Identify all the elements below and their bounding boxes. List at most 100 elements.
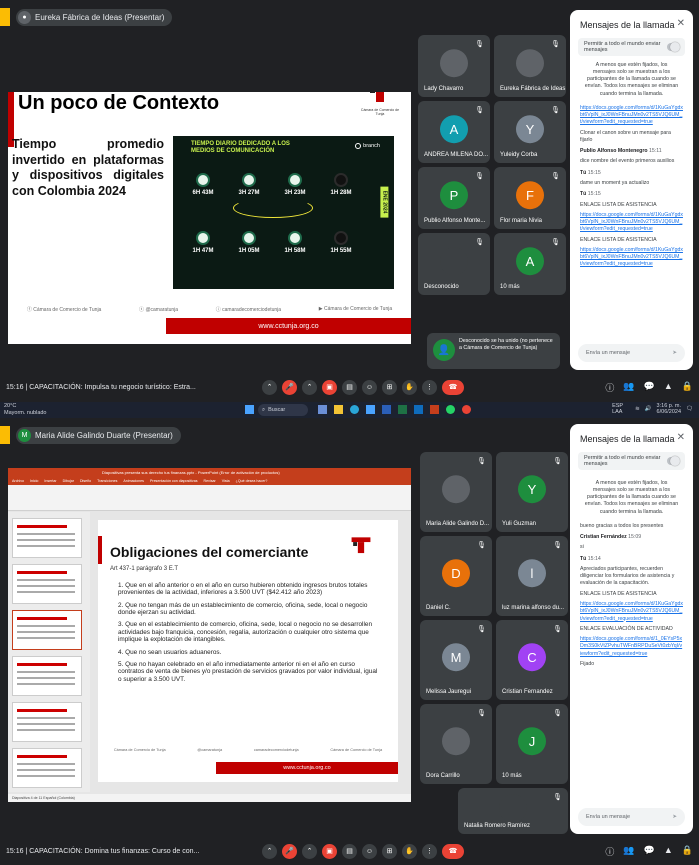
- chat-link[interactable]: https://docs.google.com/forms/d/1KuGaYgd…: [580, 247, 683, 269]
- participant-tile[interactable]: 🎙 Desconocido: [418, 233, 490, 295]
- ribbon-tab[interactable]: Archivo: [12, 479, 24, 483]
- lock-icon[interactable]: 🔒: [682, 845, 693, 858]
- raise-hand-button[interactable]: ✋: [402, 843, 417, 859]
- participant-tile[interactable]: M 🎙 Melissa Jauregui: [420, 620, 492, 700]
- wifi-icon[interactable]: ≋: [635, 406, 640, 412]
- people-icon[interactable]: 👥: [623, 845, 634, 858]
- chat-link[interactable]: https://docs.google.com/forms/d/1_0EYsP5…: [580, 636, 683, 658]
- participant-tile[interactable]: 🎙 Lady Chavarro: [418, 35, 490, 97]
- chevron-up-icon[interactable]: ⌃: [302, 379, 317, 395]
- edge-icon[interactable]: [350, 405, 359, 414]
- chat-message: ENLACE LISTA DE ASISTENCIA: [580, 201, 657, 208]
- excel-icon[interactable]: [398, 405, 407, 414]
- ribbon-tab[interactable]: Revisar: [204, 479, 216, 483]
- chevron-up-icon[interactable]: ⌃: [262, 379, 277, 395]
- participant-tile[interactable]: C 🎙 Cristian Fernandez: [496, 620, 568, 700]
- allow-messages-toggle[interactable]: [667, 42, 680, 52]
- participant-tile[interactable]: l 🎙 luz marina alfonso du...: [496, 536, 568, 616]
- chat-sender-name: Tú: [580, 169, 587, 176]
- mic-off-button[interactable]: 🎤: [282, 379, 297, 395]
- activities-icon[interactable]: ▲: [664, 845, 673, 858]
- slide-thumbnail-selected[interactable]: [12, 610, 82, 650]
- ribbon-tab[interactable]: Diseño: [80, 479, 91, 483]
- presenter-label: Maria Alide Galindo Duarte (Presentar): [35, 430, 173, 440]
- taskview-icon[interactable]: [318, 405, 327, 414]
- send-icon[interactable]: ➤: [672, 814, 677, 820]
- participant-tile[interactable]: 🎙 Natalia Romero Ramírez: [458, 788, 568, 834]
- emoji-button[interactable]: ☺: [362, 379, 377, 395]
- camera-off-button[interactable]: ▣: [322, 843, 337, 859]
- allow-messages-toggle[interactable]: [667, 456, 680, 466]
- lock-icon[interactable]: 🔒: [682, 381, 693, 394]
- chevron-up-icon[interactable]: ⌃: [262, 843, 277, 859]
- ribbon-tab[interactable]: Dibujar: [63, 479, 74, 483]
- captions-button[interactable]: ▤: [342, 379, 357, 395]
- ribbon-tab[interactable]: Vista: [222, 479, 230, 483]
- participant-tile[interactable]: Y 🎙 Yuli Guzman: [496, 452, 568, 532]
- participant-tile[interactable]: A 🎙 ANDREA MILENA DO...: [418, 101, 490, 163]
- chat-icon[interactable]: 💬: [644, 845, 655, 858]
- present-button[interactable]: ⊞: [382, 379, 397, 395]
- taskbar-search[interactable]: ⌕ Buscar: [258, 404, 308, 416]
- more-options-button[interactable]: ⋮: [422, 379, 437, 395]
- outlook-icon[interactable]: [414, 405, 423, 414]
- weather-widget[interactable]: 20°C Mayorm. nublado: [4, 403, 47, 416]
- chat-input[interactable]: Envía un mensaje ➤: [578, 808, 685, 826]
- close-icon[interactable]: ✕: [677, 432, 685, 443]
- chat-input[interactable]: Envía un mensaje ➤: [578, 344, 685, 362]
- captions-button[interactable]: ▤: [342, 843, 357, 859]
- leave-call-button[interactable]: ☎: [442, 379, 464, 395]
- slide-thumbnail[interactable]: [12, 518, 82, 558]
- windows-start-icon[interactable]: [245, 405, 254, 414]
- ribbon-tab[interactable]: ¿Qué desea hacer?: [236, 479, 268, 483]
- store-icon[interactable]: [366, 405, 375, 414]
- slide-thumbnail[interactable]: [12, 748, 82, 788]
- participant-tile[interactable]: A 🎙 10 más: [494, 233, 566, 295]
- participant-tile[interactable]: 🎙 Eureka Fábrica de Ideas: [494, 35, 566, 97]
- powerpoint-icon[interactable]: [430, 405, 439, 414]
- ribbon-tab[interactable]: Animaciones: [123, 479, 144, 483]
- participant-tile[interactable]: D 🎙 Daniel C.: [420, 536, 492, 616]
- ribbon-tab[interactable]: Presentación con diapositivas: [150, 479, 198, 483]
- volume-icon[interactable]: 🔊: [645, 406, 652, 412]
- activities-icon[interactable]: ▲: [664, 381, 673, 394]
- notification-icon[interactable]: 🗨: [686, 406, 693, 412]
- chat-icon[interactable]: 💬: [644, 381, 655, 394]
- presenter-chip[interactable]: M Maria Alide Galindo Duarte (Presentar): [16, 426, 181, 444]
- ribbon-tab[interactable]: Insertar: [44, 479, 56, 483]
- close-icon[interactable]: ✕: [677, 18, 685, 29]
- participant-tile[interactable]: P 🎙 Publio Alfonso Monte...: [418, 167, 490, 229]
- camera-off-button[interactable]: ▣: [322, 379, 337, 395]
- explorer-icon[interactable]: [334, 405, 343, 414]
- people-icon[interactable]: 👥: [623, 381, 634, 394]
- whatsapp-icon[interactable]: [446, 405, 455, 414]
- slide-thumbnail[interactable]: [12, 656, 82, 696]
- mic-off-button[interactable]: 🎤: [282, 843, 297, 859]
- presenter-chip[interactable]: ● Eureka Fábrica de Ideas (Presentar): [16, 8, 173, 26]
- raise-hand-button[interactable]: ✋: [402, 379, 417, 395]
- more-options-button[interactable]: ⋮: [422, 843, 437, 859]
- participant-tile[interactable]: 🎙 Maria Alide Galindo D...: [420, 452, 492, 532]
- chrome-icon[interactable]: [462, 405, 471, 414]
- slide-thumbnail[interactable]: [12, 564, 82, 604]
- participant-tile[interactable]: J 🎙 10 más: [496, 704, 568, 784]
- ribbon-tab[interactable]: Inicio: [30, 479, 38, 483]
- present-button[interactable]: ⊞: [382, 843, 397, 859]
- info-icon[interactable]: ⓘ: [605, 381, 614, 394]
- emoji-button[interactable]: ☺: [362, 843, 377, 859]
- chevron-up-icon[interactable]: ⌃: [302, 843, 317, 859]
- send-icon[interactable]: ➤: [672, 350, 677, 356]
- word-icon[interactable]: [382, 405, 391, 414]
- participant-tile[interactable]: Y 🎙 Yuleidy Corba: [494, 101, 566, 163]
- info-icon[interactable]: ⓘ: [605, 845, 614, 858]
- ribbon-tab[interactable]: Transiciones: [97, 479, 117, 483]
- participant-tile[interactable]: 🎙 Dora Carrillo: [420, 704, 492, 784]
- clock[interactable]: 3:16 p. m. 6/06/2024: [657, 403, 681, 416]
- chat-link[interactable]: https://docs.google.com/forms/d/1KuGaYgd…: [580, 212, 683, 234]
- tray-language[interactable]: ESP LAA: [612, 403, 630, 416]
- slide-thumbnail[interactable]: [12, 702, 82, 742]
- chat-link[interactable]: https://docs.google.com/forms/d/1KuGaYgd…: [580, 601, 683, 623]
- chat-link[interactable]: https://docs.google.com/forms/d/1KuGaYgd…: [580, 105, 683, 127]
- participant-tile[interactable]: F 🎙 Flor maria Nivia: [494, 167, 566, 229]
- leave-call-button[interactable]: ☎: [442, 843, 464, 859]
